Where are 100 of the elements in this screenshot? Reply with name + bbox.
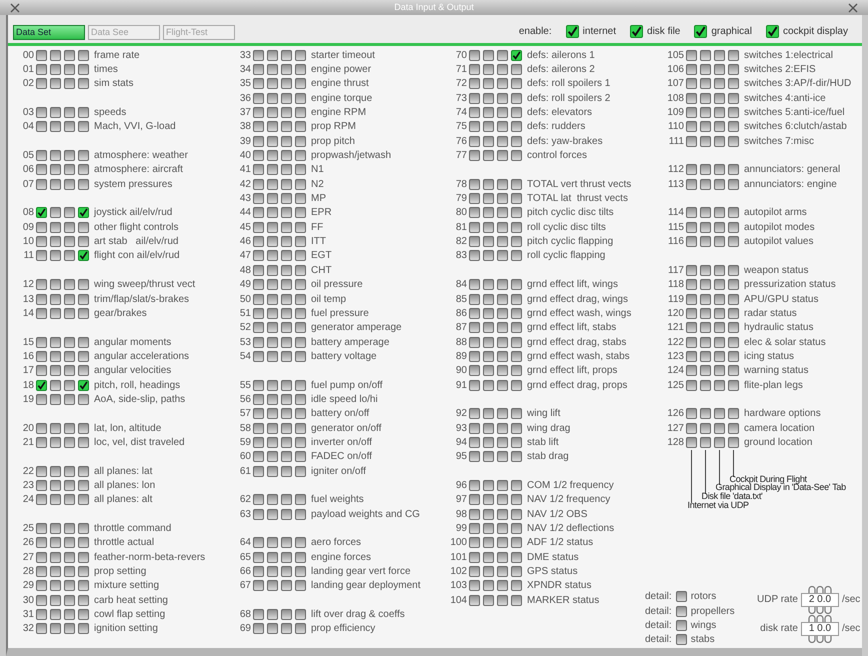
detail-label: detail: bbox=[645, 604, 672, 619]
dataset-label: battery voltage bbox=[311, 350, 377, 364]
dataset-number: 92 bbox=[454, 407, 467, 422]
leader-line bbox=[718, 450, 720, 486]
dataset-label: N1 bbox=[311, 163, 324, 178]
rate-field[interactable]: 2 0.0 bbox=[800, 592, 839, 607]
dataset-label: grnd effect drag, wings bbox=[527, 292, 628, 307]
dataset-number: 43 bbox=[238, 192, 251, 206]
dataset-number: 90 bbox=[454, 364, 467, 378]
enable-label: enable: bbox=[518, 25, 552, 39]
tab[interactable]: Data Set bbox=[13, 25, 85, 40]
dataset-label: grnd effect drag, props bbox=[527, 378, 628, 393]
dataset-label: grnd effect drag, stabs bbox=[527, 336, 626, 350]
dataset-number: 127 bbox=[666, 422, 684, 436]
dataset-label: fuel pressure bbox=[311, 306, 369, 321]
detail-option-label: propellers bbox=[690, 604, 735, 619]
dataset-label: fuel pump on/off bbox=[311, 378, 383, 393]
dataset-number: 111 bbox=[668, 134, 684, 149]
dataset-label: annunciators: general bbox=[744, 163, 840, 178]
dataset-number: 85 bbox=[454, 292, 467, 307]
dataset-label: prop efficiency bbox=[311, 622, 376, 636]
dataset-number: 119 bbox=[667, 292, 684, 307]
increment-arrows-icon[interactable] bbox=[808, 614, 832, 622]
dataset-label: oil pressure bbox=[311, 278, 363, 292]
dataset-number: 106 bbox=[666, 63, 684, 78]
dataset-number: 55 bbox=[238, 378, 251, 393]
dataset-number: 69 bbox=[238, 622, 251, 636]
dataset-number: 37 bbox=[238, 106, 251, 120]
dataset-label: prop setting bbox=[94, 565, 146, 580]
increment-arrows-icon[interactable] bbox=[808, 586, 832, 593]
dataset-label: speeds bbox=[94, 106, 126, 120]
dataset-label: grnd effect lift, stabs bbox=[527, 321, 616, 336]
dataset-number: 17 bbox=[22, 364, 34, 378]
dataset-label: NAV 1/2 OBS bbox=[527, 508, 588, 522]
dataset-label: NAV 1/2 frequency bbox=[527, 493, 610, 508]
dataset-label: GPS status bbox=[527, 565, 578, 580]
dataset-label: grnd effect lift, props bbox=[527, 364, 618, 378]
dataset-number: 01 bbox=[22, 63, 34, 78]
dataset-label: roll cyclic flapping bbox=[527, 249, 606, 264]
detail-label: detail: bbox=[645, 590, 672, 604]
dataset-number: 122 bbox=[666, 336, 684, 350]
dataset-label: control forces bbox=[527, 149, 588, 164]
dataset-number: 73 bbox=[454, 92, 467, 106]
dataset-number: 65 bbox=[238, 550, 251, 565]
dataset-label: switches 3:AP/f-dir/HUD bbox=[744, 77, 852, 92]
dataset-label: throttle actual bbox=[94, 536, 154, 550]
dataset-number: 117 bbox=[667, 264, 684, 278]
check-icon bbox=[566, 26, 578, 37]
detail-label: detail: bbox=[645, 633, 672, 648]
dataset-number: 50 bbox=[238, 292, 251, 307]
dataset-label: defs: elevators bbox=[527, 106, 592, 120]
legend-label: Cockpit During Flight bbox=[730, 474, 807, 484]
dataset-label: MP bbox=[311, 192, 326, 206]
dataset-number: 25 bbox=[22, 522, 34, 536]
dataset-label: annunciators: engine bbox=[744, 178, 837, 192]
legend-label: Disk file 'data.txt' bbox=[702, 492, 762, 502]
dataset-number: 31 bbox=[22, 608, 34, 622]
dataset-label: cowl flap setting bbox=[94, 608, 166, 622]
dataset-label: aero forces bbox=[311, 536, 362, 550]
dataset-number: 04 bbox=[22, 120, 34, 134]
dataset-label: ground location bbox=[744, 436, 812, 450]
decrement-arrows-icon[interactable] bbox=[808, 606, 832, 614]
dataset-label: landing gear deployment bbox=[311, 579, 421, 594]
dataset-number: 56 bbox=[238, 392, 251, 407]
dataset-label: DME status bbox=[527, 550, 579, 565]
dataset-number: 108 bbox=[666, 92, 684, 106]
dataset-label: engine forces bbox=[311, 550, 372, 565]
dataset-label: warning status bbox=[744, 364, 808, 378]
rate-field[interactable]: 1 0.0 bbox=[800, 622, 839, 636]
dataset-number: 128 bbox=[666, 436, 684, 450]
dataset-label: payload weights and CG bbox=[311, 508, 420, 522]
dataset-label: switches 1:electrical bbox=[744, 48, 833, 63]
dataset-label: carb heat setting bbox=[94, 594, 168, 608]
dataset-label: AoA, side-slip, paths bbox=[94, 392, 186, 407]
dataset-label: mixture setting bbox=[94, 579, 160, 594]
check-icon bbox=[37, 380, 46, 390]
dataset-number: 06 bbox=[22, 163, 34, 178]
dataset-label: FADEC on/off bbox=[311, 450, 372, 464]
dataset-label: radar status bbox=[744, 306, 797, 321]
dataset-label: fuel weights bbox=[311, 493, 364, 508]
dataset-number: 33 bbox=[238, 48, 251, 63]
close-icon[interactable] bbox=[848, 2, 858, 12]
check-icon bbox=[766, 26, 778, 37]
dataset-label: system pressures bbox=[94, 178, 172, 192]
dataset-label: defs: roll spoilers 1 bbox=[527, 77, 610, 92]
dataset-number: 109 bbox=[666, 106, 684, 120]
dataset-label: oil temp bbox=[311, 292, 346, 307]
dataset-label: angular moments bbox=[94, 336, 172, 350]
dataset-label: engine torque bbox=[311, 92, 372, 106]
dataset-number: 09 bbox=[22, 220, 34, 235]
dataset-number: 105 bbox=[666, 48, 684, 63]
dataset-number: 49 bbox=[238, 278, 251, 292]
close-icon[interactable] bbox=[10, 2, 20, 12]
dataset-number: 123 bbox=[666, 350, 684, 364]
dataset-number: 112 bbox=[667, 163, 684, 178]
dataset-label: wing lift bbox=[527, 407, 560, 422]
dataset-label: TOTAL lat thrust vects bbox=[527, 192, 628, 206]
dataset-label: elec & solar status bbox=[744, 336, 826, 350]
dataset-number: 72 bbox=[454, 77, 467, 92]
decrement-arrows-icon[interactable] bbox=[808, 636, 832, 643]
